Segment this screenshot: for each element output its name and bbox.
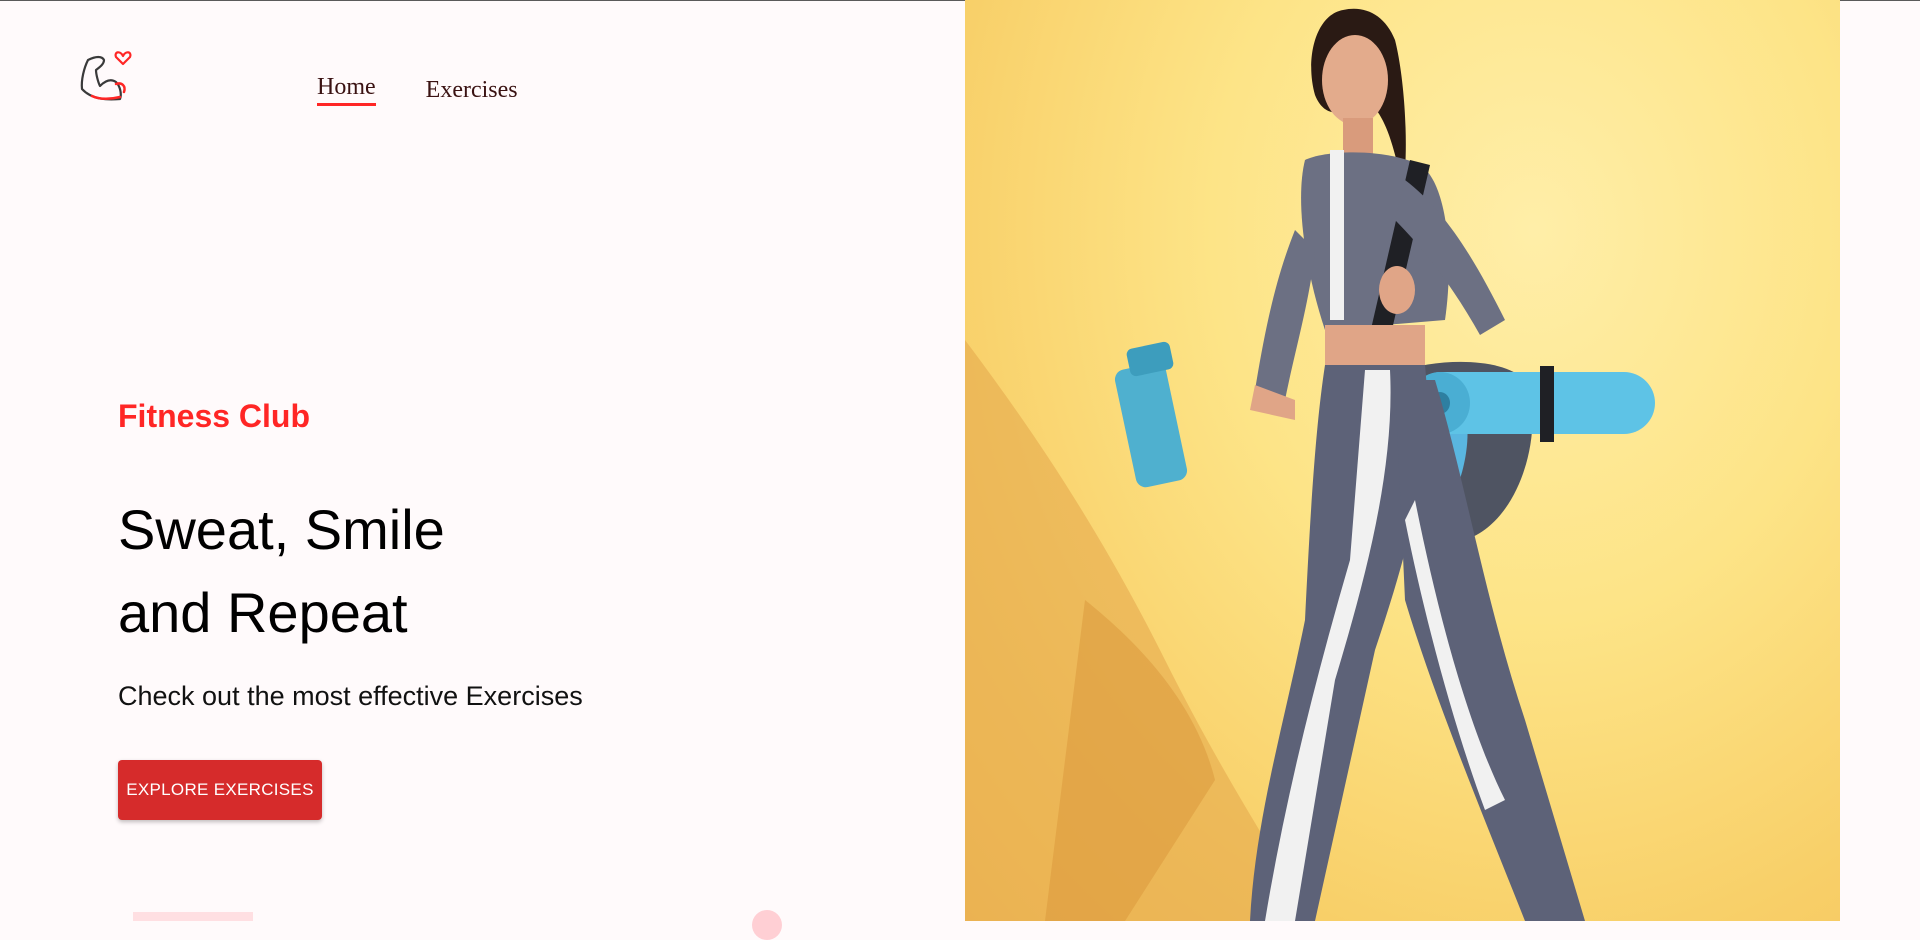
nav-home-link[interactable]: Home xyxy=(317,74,376,106)
hero-eyebrow: Fitness Club xyxy=(118,398,311,434)
nav-exercises-link[interactable]: Exercises xyxy=(426,77,518,106)
headline-line-2: and Repeat xyxy=(118,581,408,644)
decorative-peek-bar xyxy=(133,912,253,921)
hero-subline: Check out the most effective Exercises xyxy=(118,681,583,711)
hero-headline: Sweat, Smile and Repeat xyxy=(118,488,445,654)
explore-exercises-button[interactable]: EXPLORE EXERCISES xyxy=(118,760,322,820)
logo-icon[interactable] xyxy=(78,42,140,104)
main-nav: Home Exercises xyxy=(317,74,518,106)
headline-line-1: Sweat, Smile xyxy=(118,498,445,561)
woman-walking-illustration xyxy=(965,8,1655,921)
decorative-peek-dot xyxy=(752,910,782,940)
hero-banner-image xyxy=(965,0,1840,921)
